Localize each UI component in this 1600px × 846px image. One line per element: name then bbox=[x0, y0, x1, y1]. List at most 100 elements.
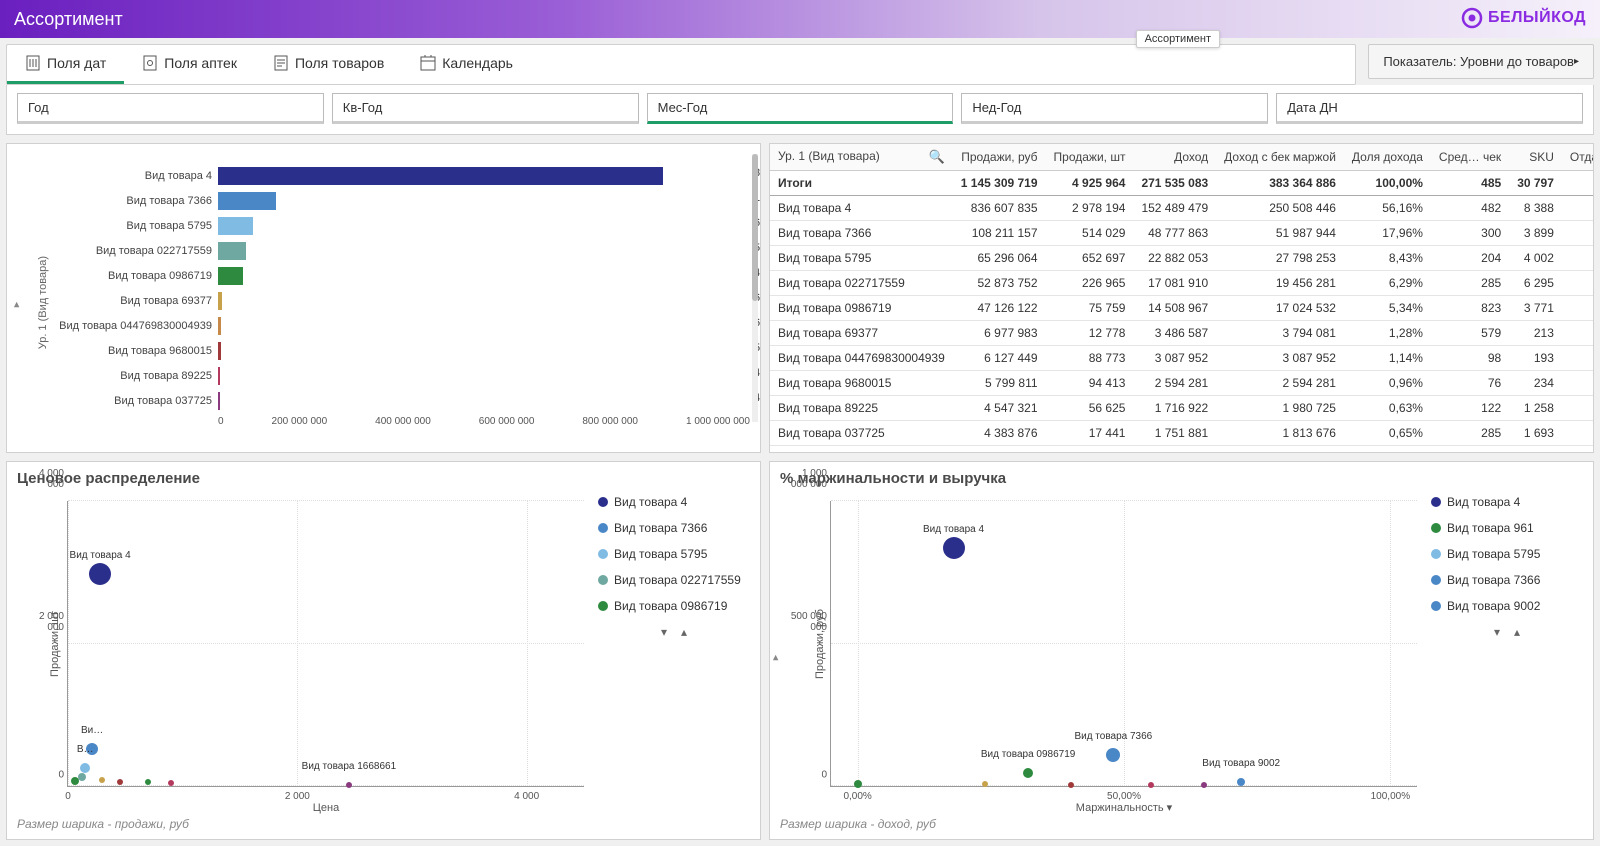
column-header[interactable]: Ур. 1 (Вид товара) 🔍 bbox=[770, 144, 953, 171]
scatter-point[interactable] bbox=[1106, 748, 1120, 762]
scatter-point[interactable] bbox=[78, 773, 86, 781]
table-row[interactable]: Вид товара 02271755952 873 752226 96517 … bbox=[770, 271, 1593, 296]
legend-item[interactable]: Вид товара 7366 bbox=[1431, 573, 1583, 587]
filter-dropdown[interactable]: Год bbox=[17, 93, 324, 124]
bar-row[interactable]: Вид товара 892254 547 321 bbox=[53, 364, 750, 388]
breadcrumb-tooltip: Ассортимент bbox=[1136, 30, 1220, 48]
chevron-right-icon: ▸ bbox=[1574, 56, 1579, 67]
column-header[interactable]: Продажи, руб bbox=[953, 144, 1046, 171]
legend-item[interactable]: Вид товара 5795 bbox=[1431, 547, 1583, 561]
legend-item[interactable]: Вид товара 4 bbox=[598, 495, 750, 509]
indicator-button[interactable]: Показатель: Уровни до товаров ▸ bbox=[1368, 44, 1594, 79]
bar-row[interactable]: Вид товара 4836 607 835 bbox=[53, 164, 750, 188]
chevron-down-icon[interactable]: ▾ bbox=[1494, 625, 1500, 639]
scatter-point[interactable] bbox=[854, 780, 862, 788]
scatter-point[interactable] bbox=[1201, 782, 1207, 788]
filter-dropdown[interactable]: Кв-Год bbox=[332, 93, 639, 124]
bar-row[interactable]: Вид товара 693776 977 983 bbox=[53, 289, 750, 313]
table-row[interactable]: Вид товара 96800155 799 81194 4132 594 2… bbox=[770, 371, 1593, 396]
scatter-point[interactable] bbox=[80, 763, 90, 773]
bar-row[interactable]: Вид товара 02271755952 873 752 bbox=[53, 239, 750, 263]
table-row[interactable]: Вид товара 892254 547 32156 6251 716 922… bbox=[770, 396, 1593, 421]
bar-row[interactable]: Вид товара 7366108 211 157 bbox=[53, 189, 750, 213]
bar-chart-panel: ▸ Ур. 1 (Вид товара) Вид товара 4836 607… bbox=[6, 143, 761, 453]
chart-title: % маржинальности и выручка bbox=[780, 470, 1583, 487]
expand-icon[interactable]: ▸ bbox=[769, 654, 781, 660]
filter-dropdown[interactable]: Дата ДН bbox=[1276, 93, 1583, 124]
scatter-point[interactable] bbox=[943, 537, 965, 559]
x-axis: 0200 000 000400 000 000600 000 000800 00… bbox=[218, 414, 750, 427]
table-row[interactable]: Вид товара 7366108 211 157514 02948 777 … bbox=[770, 221, 1593, 246]
column-header[interactable]: Доход с бек маржой bbox=[1216, 144, 1344, 171]
column-header[interactable]: Доля дохода bbox=[1344, 144, 1431, 171]
table-row[interactable]: Вид товара 4836 607 8352 978 194152 489 … bbox=[770, 196, 1593, 221]
logo-icon bbox=[1460, 6, 1484, 30]
filter-dropdown[interactable]: Мес-Год bbox=[647, 93, 954, 124]
scatter-point[interactable] bbox=[346, 782, 352, 788]
column-header[interactable]: Доход bbox=[1133, 144, 1216, 171]
filters-row: Год Кв-Год Мес-ГодНед-Год Дата ДН bbox=[6, 85, 1594, 135]
tab-item[interactable]: Поля товаров bbox=[255, 45, 402, 84]
chevron-down-icon[interactable]: ▾ bbox=[661, 625, 667, 639]
table-row[interactable]: Вид товара 0571550153 863 37994 1792 224… bbox=[770, 446, 1593, 453]
table-row[interactable]: Вид товара 0377254 383 87617 4411 751 88… bbox=[770, 421, 1593, 446]
chart-footer: Размер шарика - продажи, руб bbox=[17, 815, 750, 835]
scatter-plot[interactable]: 0500 000 0001 000 000 0000,00%50,00%100,… bbox=[830, 501, 1417, 787]
tab-item[interactable]: Поля аптек bbox=[124, 45, 255, 84]
table-row[interactable]: Вид товара 579565 296 064652 69722 882 0… bbox=[770, 246, 1593, 271]
scatter-point[interactable] bbox=[168, 780, 174, 786]
column-header[interactable]: Сред… чек bbox=[1431, 144, 1509, 171]
top-tabs: Поля датПоля аптекПоля товаровКалендарь bbox=[6, 44, 1356, 85]
chevron-up-icon[interactable]: ▴ bbox=[681, 625, 687, 639]
table-row[interactable]: Итоги1 145 309 7194 925 964271 535 08338… bbox=[770, 171, 1593, 196]
scatter-point[interactable] bbox=[1068, 782, 1074, 788]
data-table: Ур. 1 (Вид товара) 🔍Продажи, рубПродажи,… bbox=[770, 144, 1593, 452]
tab-item[interactable]: Поля дат bbox=[7, 45, 124, 84]
scatter-point[interactable] bbox=[117, 779, 123, 785]
legend: Вид товара 4 Вид товара 7366 Вид товара 57… bbox=[590, 491, 750, 815]
margin-revenue-panel: % маржинальности и выручка ▸ 0500 000 00… bbox=[769, 461, 1594, 840]
chart-title: Ценовое распределение bbox=[17, 470, 750, 487]
header: Ассортимент Ассортимент БЕЛЫЙКОД bbox=[0, 0, 1600, 38]
scrollbar[interactable] bbox=[752, 154, 758, 422]
scatter-point[interactable] bbox=[1148, 782, 1154, 788]
logo: БЕЛЫЙКОД bbox=[1460, 6, 1586, 30]
legend-item[interactable]: Вид товара 4 bbox=[1431, 495, 1583, 509]
tab-item[interactable]: Календарь bbox=[402, 45, 531, 84]
expand-icon[interactable]: ▸ bbox=[9, 302, 22, 308]
chart-footer: Размер шарика - доход, руб bbox=[780, 815, 1583, 835]
bar-row[interactable]: Вид товара 579565 296 064 bbox=[53, 214, 750, 238]
bar-row[interactable]: Вид товара 0377254 383 876 bbox=[53, 389, 750, 413]
bar-row[interactable]: Вид товара 0447698300049396 127 449 bbox=[53, 314, 750, 338]
table-row[interactable]: Вид товара 098671947 126 12275 75914 508… bbox=[770, 296, 1593, 321]
bar-row[interactable]: Вид товара 098671947 126 121 bbox=[53, 264, 750, 288]
legend-item[interactable]: Вид товара 0986719 bbox=[598, 599, 750, 613]
table-row[interactable]: Вид товара 693776 977 98312 7783 486 587… bbox=[770, 321, 1593, 346]
chevron-down-icon[interactable]: ▾ bbox=[1167, 802, 1173, 814]
page-title: Ассортимент bbox=[14, 9, 123, 30]
chevron-up-icon[interactable]: ▴ bbox=[1514, 625, 1520, 639]
scatter-point[interactable] bbox=[89, 563, 111, 585]
legend-item[interactable]: Вид товара 9002 bbox=[1431, 599, 1583, 613]
price-distribution-panel: Ценовое распределение 02 000 0004 000 00… bbox=[6, 461, 761, 840]
legend: Вид товара 4 Вид товара 961 Вид товара 579… bbox=[1423, 491, 1583, 815]
table-row[interactable]: Вид товара 0447698300049396 127 44988 77… bbox=[770, 346, 1593, 371]
scatter-point[interactable] bbox=[71, 777, 79, 785]
scatter-point[interactable] bbox=[1023, 768, 1033, 778]
scatter-point[interactable] bbox=[982, 781, 988, 787]
bar-row[interactable]: Вид товара 96800155 799 811 bbox=[53, 339, 750, 363]
filter-dropdown[interactable]: Нед-Год bbox=[961, 93, 1268, 124]
column-header[interactable]: Отда с S bbox=[1562, 144, 1593, 171]
legend-item[interactable]: Вид товара 022717559 bbox=[598, 573, 750, 587]
search-icon[interactable]: 🔍 bbox=[929, 149, 945, 165]
column-header[interactable]: SKU bbox=[1509, 144, 1562, 171]
scatter-point[interactable] bbox=[1237, 778, 1245, 786]
scatter-point[interactable] bbox=[99, 777, 105, 783]
scatter-point[interactable] bbox=[145, 779, 151, 785]
legend-item[interactable]: Вид товара 7366 bbox=[598, 521, 750, 535]
column-header[interactable]: Продажи, шт bbox=[1046, 144, 1134, 171]
legend-item[interactable]: Вид товара 5795 bbox=[598, 547, 750, 561]
scatter-plot[interactable]: 02 000 0004 000 00002 0004 000Продажи, ш… bbox=[67, 501, 584, 787]
bar-chart-y-label: Ур. 1 (Вид товара) bbox=[37, 256, 49, 349]
legend-item[interactable]: Вид товара 961 bbox=[1431, 521, 1583, 535]
